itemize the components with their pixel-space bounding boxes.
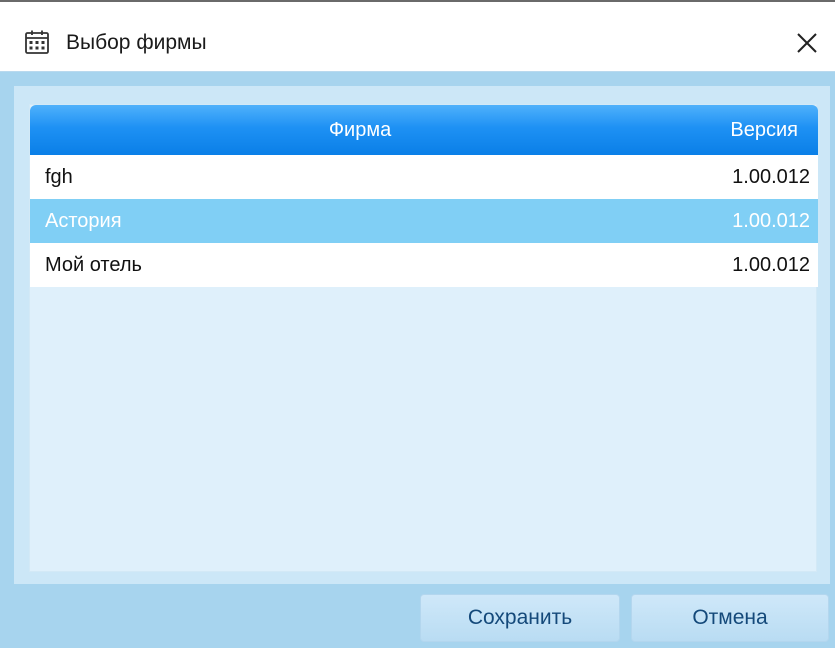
table-row-selected[interactable]: Астория 1.00.012: [30, 199, 818, 243]
cell-version: 1.00.012: [732, 210, 810, 232]
table-row[interactable]: Мой отель 1.00.012: [30, 243, 818, 287]
cell-firm: Мой отель: [45, 254, 142, 276]
title-bar: Выбор фирмы: [0, 2, 835, 72]
content-panel: Фирма Версия fgh 1.00.012 Астория 1.00.0…: [14, 86, 830, 584]
cell-firm: fgh: [45, 166, 73, 188]
dialog-window: Выбор фирмы Фирма Версия fgh 1.00.012 Ас…: [0, 0, 835, 648]
firm-grid: Фирма Версия fgh 1.00.012 Астория 1.00.0…: [29, 104, 818, 572]
close-icon[interactable]: [792, 28, 822, 58]
window-title: Выбор фирмы: [66, 31, 207, 54]
column-header-version[interactable]: Версия: [690, 105, 798, 155]
grid-header: Фирма Версия: [30, 105, 818, 155]
cancel-button[interactable]: Отмена: [631, 594, 829, 642]
cell-firm: Астория: [45, 210, 122, 232]
table-row[interactable]: fgh 1.00.012: [30, 155, 818, 199]
calendar-icon: [25, 30, 49, 54]
cell-version: 1.00.012: [732, 254, 810, 276]
column-header-firm[interactable]: Фирма: [30, 105, 690, 155]
cell-version: 1.00.012: [732, 166, 810, 188]
save-button[interactable]: Сохранить: [420, 594, 620, 642]
